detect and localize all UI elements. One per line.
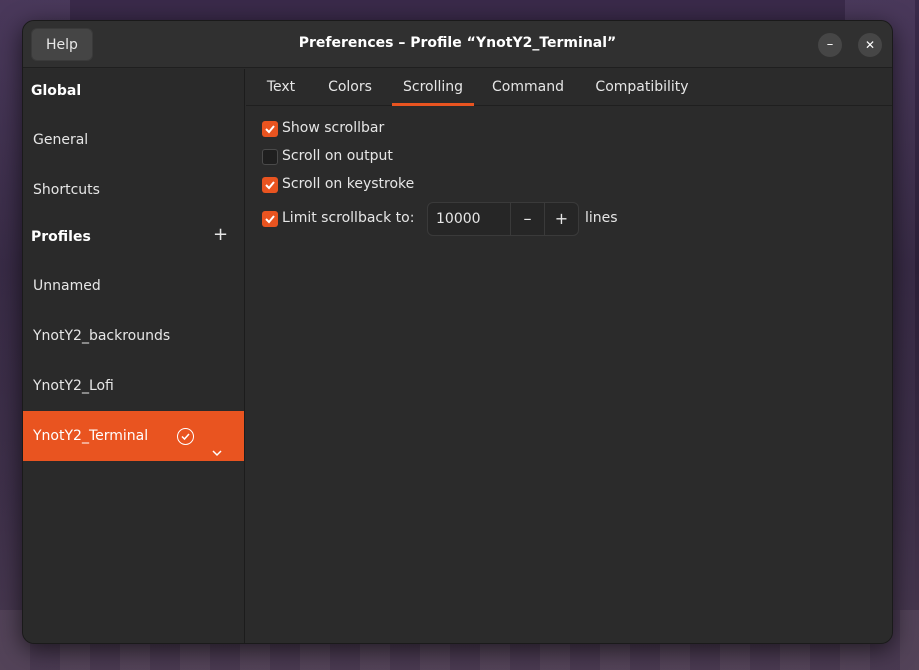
check-circle-icon[interactable] <box>177 428 194 445</box>
sidebar-item-label: YnotY2_Terminal <box>33 428 149 444</box>
scrollback-spinbutton: 10000 – + <box>427 202 579 236</box>
show-scrollbar-checkbox[interactable] <box>262 121 278 137</box>
sidebar-item-profile-active[interactable]: YnotY2_Terminal <box>23 411 244 461</box>
sidebar-item-profile[interactable]: Unnamed <box>23 261 244 311</box>
scrollback-value-input[interactable]: 10000 <box>436 203 512 235</box>
chevron-down-icon[interactable] <box>211 430 223 457</box>
lines-label: lines <box>585 210 618 226</box>
checkmark-icon <box>265 215 275 224</box>
scroll-on-output-checkbox[interactable] <box>262 149 278 165</box>
preferences-window: Help Preferences – Profile “YnotY2_Termi… <box>22 20 893 644</box>
decrement-button[interactable]: – <box>510 203 544 235</box>
increment-button[interactable]: + <box>544 203 578 235</box>
scroll-on-output-label: Scroll on output <box>282 148 393 164</box>
tab-bar: Text Colors Scrolling Command Compatibil… <box>246 69 892 106</box>
close-icon: ✕ <box>864 38 876 52</box>
limit-scrollback-checkbox[interactable] <box>262 211 278 227</box>
close-button[interactable]: ✕ <box>858 33 882 57</box>
tab-compatibility[interactable]: Compatibility <box>584 69 700 106</box>
sidebar-item-general[interactable]: General <box>23 115 244 165</box>
header-bar: Help Preferences – Profile “YnotY2_Termi… <box>23 21 892 68</box>
minimize-icon: – <box>826 37 834 52</box>
minimize-button[interactable]: – <box>818 33 842 57</box>
add-icon[interactable]: + <box>213 226 228 244</box>
checkmark-icon <box>265 125 275 134</box>
tab-colors[interactable]: Colors <box>318 69 382 106</box>
tab-command[interactable]: Command <box>486 69 570 106</box>
sidebar-item-profile[interactable]: YnotY2_backrounds <box>23 311 244 361</box>
content-pane: Text Colors Scrolling Command Compatibil… <box>246 69 892 643</box>
sidebar-item-shortcuts[interactable]: Shortcuts <box>23 165 244 215</box>
limit-scrollback-label: Limit scrollback to: <box>282 210 415 226</box>
scroll-on-keystroke-label: Scroll on keystroke <box>282 176 415 192</box>
tab-text[interactable]: Text <box>258 69 304 106</box>
sidebar: Global General Shortcuts Profiles + Unna… <box>23 69 245 643</box>
window-title: Preferences – Profile “YnotY2_Terminal” <box>298 35 617 51</box>
sidebar-profiles-header: Profiles <box>31 229 91 245</box>
scroll-on-keystroke-checkbox[interactable] <box>262 177 278 193</box>
tab-scrolling[interactable]: Scrolling <box>392 69 474 106</box>
sidebar-global-header: Global <box>31 83 82 99</box>
checkmark-icon <box>265 181 275 190</box>
sidebar-item-profile[interactable]: YnotY2_Lofi <box>23 361 244 411</box>
show-scrollbar-label: Show scrollbar <box>282 120 385 136</box>
